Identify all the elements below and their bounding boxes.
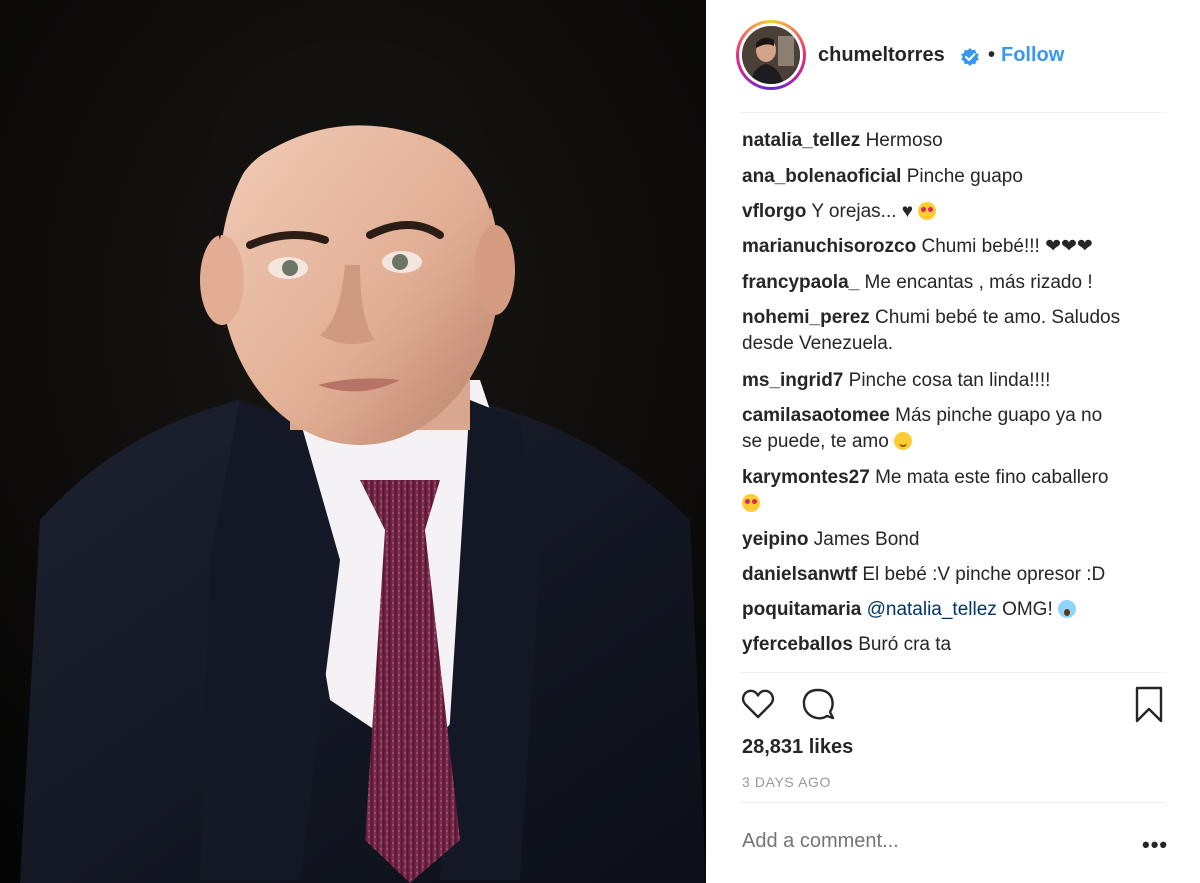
comment-text: El bebé :V pinche opresor :D bbox=[862, 564, 1106, 585]
avatar-image bbox=[742, 26, 800, 84]
follow-button[interactable]: Follow bbox=[1001, 44, 1064, 67]
comment-item: yferceballos Buró cra ta bbox=[742, 632, 1172, 658]
heart-eyes-emoji-icon bbox=[742, 494, 760, 512]
post-header: chumeltorres • Follow bbox=[706, 0, 1200, 112]
post-photo[interactable] bbox=[0, 0, 706, 883]
verified-badge-icon bbox=[961, 48, 979, 66]
comment-item: ana_bolenaoficial Pinche guapo bbox=[742, 164, 1172, 190]
post-actions bbox=[706, 676, 1200, 736]
comment-input[interactable] bbox=[742, 830, 1102, 853]
comment-username[interactable]: vflorgo bbox=[742, 201, 806, 222]
comment-text-line2: desde Venezuela. bbox=[742, 333, 894, 354]
comment-text: Pinche cosa tan linda!!!! bbox=[848, 370, 1051, 391]
comment-item: francypaola_ Me encantas , más rizado ! bbox=[742, 270, 1172, 296]
heart-outline-icon[interactable] bbox=[740, 686, 776, 722]
comment-username[interactable]: francypaola_ bbox=[742, 272, 859, 293]
comment-username[interactable]: ms_ingrid7 bbox=[742, 370, 843, 391]
separator-dot: • bbox=[988, 44, 996, 66]
comments-list[interactable]: natalia_tellez Hermoso ana_bolenaoficial… bbox=[742, 116, 1172, 672]
bookmark-icon[interactable] bbox=[1134, 686, 1164, 724]
comment-mention[interactable]: @natalia_tellez bbox=[867, 599, 997, 620]
comment-item: poquitamaria @natalia_tellez OMG! bbox=[742, 597, 1172, 623]
post-date[interactable]: 3 DAYS AGO bbox=[742, 774, 831, 790]
comment-username[interactable]: karymontes27 bbox=[742, 467, 870, 488]
composer-divider bbox=[740, 802, 1166, 803]
comment-username[interactable]: danielsanwtf bbox=[742, 564, 857, 585]
comment-item: karymontes27 Me mata este fino caballero bbox=[742, 465, 1172, 517]
comment-item: ms_ingrid7 Pinche cosa tan linda!!!! bbox=[742, 368, 1172, 394]
comment-text: Hermoso bbox=[865, 130, 943, 151]
comment-username[interactable]: marianuchisorozco bbox=[742, 236, 916, 257]
comment-text: Pinche guapo bbox=[906, 166, 1023, 187]
smiling-emoji-icon bbox=[894, 432, 913, 450]
comment-item: natalia_tellez Hermoso bbox=[742, 128, 1172, 154]
avatar[interactable] bbox=[742, 26, 800, 84]
speech-bubble-icon[interactable] bbox=[800, 686, 836, 722]
comment-text: Chumi bebé!!! ❤❤❤ bbox=[921, 236, 1093, 257]
comment-username[interactable]: yferceballos bbox=[742, 634, 853, 655]
screaming-emoji-icon bbox=[1058, 600, 1077, 618]
portrait-image bbox=[0, 0, 706, 883]
comment-username[interactable]: ana_bolenaoficial bbox=[742, 166, 901, 187]
comment-username[interactable]: poquitamaria bbox=[742, 599, 861, 620]
instagram-post: chumeltorres • Follow natalia_tellez Her… bbox=[0, 0, 1200, 883]
comment-username[interactable]: camilasaotomee bbox=[742, 405, 890, 426]
comment-text: Me mata este fino caballero bbox=[875, 467, 1109, 488]
comment-item: yeipino James Bond bbox=[742, 527, 1172, 553]
likes-count[interactable]: 28,831 likes bbox=[742, 736, 853, 759]
comment-item: marianuchisorozco Chumi bebé!!! ❤❤❤ bbox=[742, 234, 1172, 260]
comment-username[interactable]: nohemi_perez bbox=[742, 307, 870, 328]
story-ring[interactable] bbox=[736, 20, 806, 90]
heart-eyes-emoji-icon bbox=[918, 202, 937, 220]
author-username[interactable]: chumeltorres bbox=[818, 44, 945, 67]
comment-text: James Bond bbox=[813, 529, 920, 550]
comment-item: vflorgo Y orejas... ♥ bbox=[742, 199, 1172, 225]
actions-divider bbox=[740, 672, 1166, 673]
comment-item: danielsanwtf El bebé :V pinche opresor :… bbox=[742, 562, 1172, 588]
comment-text: Y orejas... ♥ bbox=[811, 201, 914, 222]
comment-text: Buró cra ta bbox=[858, 634, 952, 655]
comment-username[interactable]: yeipino bbox=[742, 529, 809, 550]
more-options-icon[interactable]: ••• bbox=[1142, 832, 1168, 858]
post-sidebar: chumeltorres • Follow natalia_tellez Her… bbox=[706, 0, 1200, 883]
header-divider bbox=[740, 112, 1166, 113]
comment-item: nohemi_perez Chumi bebé te amo. Saludos … bbox=[742, 305, 1172, 357]
comment-text: Me encantas , más rizado ! bbox=[864, 272, 1093, 293]
comment-username[interactable]: natalia_tellez bbox=[742, 130, 860, 151]
comment-item: camilasaotomee Más pinche guapo ya no se… bbox=[742, 403, 1172, 455]
comment-text: OMG! bbox=[1002, 599, 1053, 620]
comment-text: Chumi bebé te amo. Saludos bbox=[875, 307, 1121, 328]
comment-text: Más pinche guapo ya no bbox=[895, 405, 1103, 426]
comment-text-line2: se puede, te amo bbox=[742, 431, 889, 452]
